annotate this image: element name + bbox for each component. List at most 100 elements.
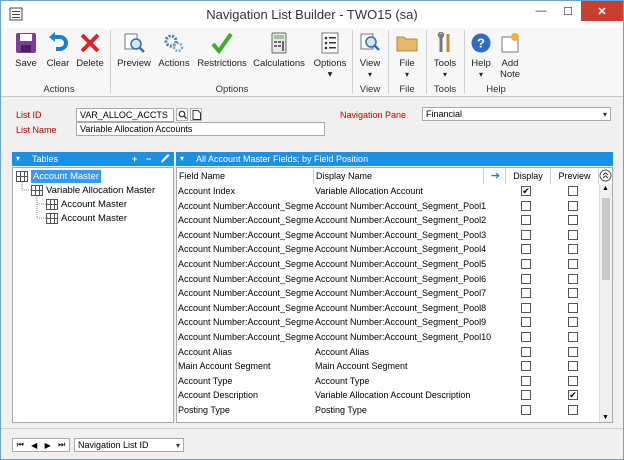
display-checkbox[interactable] <box>521 244 531 255</box>
table-row[interactable]: Account Type Account Type <box>177 374 599 389</box>
navigation-pane-select[interactable]: Financial ▾ <box>422 107 611 121</box>
display-name-cell[interactable]: Account Number:Account_Segment_Pool10 <box>315 330 512 344</box>
remove-table-button[interactable]: − <box>146 152 151 166</box>
table-row[interactable]: Account Number:Account_Segment_Pool7Acco… <box>177 286 599 301</box>
preview-checkbox[interactable] <box>568 200 578 211</box>
minimize-button[interactable]: — <box>527 1 555 21</box>
actions-button[interactable]: Actions <box>156 28 192 84</box>
tools-button[interactable]: Tools ▾ <box>430 28 460 84</box>
display-name-cell[interactable]: Variable Allocation Account <box>315 184 512 198</box>
display-checkbox[interactable] <box>521 390 531 401</box>
file-button[interactable]: File ▾ <box>392 28 422 84</box>
display-name-cell[interactable]: Posting Type <box>315 403 512 417</box>
display-name-cell[interactable]: Account Number:Account_Segment_Pool8 <box>315 301 512 315</box>
table-row[interactable]: Account Number:Account_Segment_Pool1Acco… <box>177 199 599 214</box>
display-checkbox[interactable] <box>521 361 531 372</box>
table-row[interactable]: Account Index Variable Allocation Account… <box>177 184 599 199</box>
display-checkbox[interactable] <box>521 346 531 357</box>
collapse-grid-button[interactable] <box>599 168 612 184</box>
maximize-button[interactable]: ☐ <box>555 1 581 21</box>
table-row[interactable]: Account Number:Account_Segment_Pool9Acco… <box>177 315 599 330</box>
display-name-cell[interactable]: Account Number:Account_Segment_Pool2 <box>315 213 512 227</box>
save-button[interactable]: Save <box>11 28 41 84</box>
display-name-cell[interactable]: Account Number:Account_Segment_Pool9 <box>315 315 512 329</box>
last-record-icon[interactable]: ⏭ <box>58 440 65 450</box>
lookup-button[interactable] <box>176 108 188 121</box>
close-button[interactable]: ✕ <box>581 1 623 21</box>
display-checkbox[interactable] <box>521 405 531 415</box>
display-name-cell[interactable]: Account Number:Account_Segment_Pool5 <box>315 257 512 271</box>
list-id-field[interactable]: VAR_ALLOC_ACCTS <box>76 108 174 122</box>
preview-checkbox[interactable] <box>568 215 578 226</box>
clear-button[interactable]: Clear <box>44 28 72 84</box>
add-table-button[interactable]: + <box>132 152 137 166</box>
display-name-cell[interactable]: Account Type <box>315 374 512 388</box>
delete-button[interactable]: Delete <box>75 28 105 84</box>
table-row[interactable]: Main Account Segment Main Account Segment <box>177 359 599 374</box>
restrictions-button[interactable]: Restrictions <box>196 28 248 84</box>
preview-checkbox[interactable] <box>568 332 578 342</box>
display-checkbox[interactable]: ✔ <box>521 186 531 196</box>
display-name-cell[interactable]: Account Number:Account_Segment_Pool3 <box>315 228 512 242</box>
add-note-button[interactable]: Add Note <box>495 28 525 84</box>
table-row[interactable]: Account Number:Account_Segment_Pool8Acco… <box>177 301 599 316</box>
table-row[interactable]: Account Number:Account_Segment_Pool2Acco… <box>177 213 599 228</box>
display-name-cell[interactable]: Account Alias <box>315 345 512 359</box>
table-row[interactable]: Account Number:Account_Segment_Pool4Acco… <box>177 242 599 257</box>
new-list-button[interactable] <box>190 108 202 121</box>
collapse-tables-icon[interactable]: ▾ <box>16 152 20 166</box>
display-name-cell[interactable]: Account Number:Account_Segment_Pool1 <box>315 199 512 213</box>
display-name-cell[interactable]: Account Number:Account_Segment_Pool4 <box>315 242 512 256</box>
display-checkbox[interactable] <box>521 229 531 240</box>
display-checkbox[interactable] <box>521 215 531 226</box>
column-header-display[interactable]: Display <box>506 168 551 184</box>
fields-scrollbar[interactable]: ▲ ▼ <box>599 184 612 422</box>
display-name-cell[interactable]: Variable Allocation Account Description <box>315 388 512 402</box>
calculations-button[interactable]: Calculations <box>251 28 307 84</box>
table-row[interactable]: Account Description Variable Allocation A… <box>177 388 599 403</box>
collapse-fields-icon[interactable]: ▾ <box>180 152 184 166</box>
scroll-down-icon[interactable]: ▼ <box>602 414 609 421</box>
display-checkbox[interactable] <box>521 375 531 386</box>
display-checkbox[interactable] <box>521 288 531 299</box>
preview-checkbox[interactable]: ✔ <box>568 390 578 401</box>
preview-checkbox[interactable] <box>568 317 578 328</box>
preview-checkbox[interactable] <box>568 288 578 299</box>
preview-checkbox[interactable] <box>568 346 578 357</box>
display-checkbox[interactable] <box>521 332 531 342</box>
display-checkbox[interactable] <box>521 302 531 313</box>
preview-checkbox[interactable] <box>568 302 578 313</box>
display-checkbox[interactable] <box>521 200 531 211</box>
table-row[interactable]: Account Number:Account_Segment_Pool3Acco… <box>177 228 599 243</box>
column-header-field-name[interactable]: Field Name <box>177 168 314 184</box>
preview-button[interactable]: Preview <box>115 28 153 84</box>
preview-checkbox[interactable] <box>568 244 578 255</box>
options-button[interactable]: Options ▾ <box>311 28 349 84</box>
move-right-arrow-icon[interactable]: ➔ <box>484 168 506 184</box>
next-record-icon[interactable]: ▶ <box>45 441 51 450</box>
scroll-thumb[interactable] <box>602 198 610 280</box>
display-checkbox[interactable] <box>521 259 531 269</box>
table-row[interactable]: Account Number:Account_Segment_Pool6Acco… <box>177 272 599 287</box>
table-row[interactable]: Account Number:Account_Segment_Pool5Acco… <box>177 257 599 272</box>
display-checkbox[interactable] <box>521 273 531 284</box>
preview-checkbox[interactable] <box>568 361 578 372</box>
list-name-field[interactable]: Variable Allocation Accounts <box>76 122 325 136</box>
edit-table-button[interactable] <box>160 153 170 168</box>
display-name-cell[interactable]: Main Account Segment <box>315 359 512 373</box>
display-checkbox[interactable] <box>521 317 531 328</box>
previous-record-icon[interactable]: ◀ <box>31 441 37 450</box>
column-header-preview[interactable]: Preview <box>551 168 599 184</box>
scroll-up-icon[interactable]: ▲ <box>602 185 609 192</box>
sort-order-select[interactable]: Navigation List ID ▾ <box>74 438 184 452</box>
preview-checkbox[interactable] <box>568 375 578 386</box>
preview-checkbox[interactable] <box>568 259 578 269</box>
table-row[interactable]: Posting Type Posting Type <box>177 403 599 418</box>
preview-checkbox[interactable] <box>568 405 578 415</box>
display-name-cell[interactable]: Account Number:Account_Segment_Pool6 <box>315 272 512 286</box>
preview-checkbox[interactable] <box>568 186 578 196</box>
preview-checkbox[interactable] <box>568 273 578 284</box>
table-row[interactable]: Account Number:Account_Segment_Pool10Acc… <box>177 330 599 345</box>
preview-checkbox[interactable] <box>568 229 578 240</box>
table-row[interactable]: Account Alias Account Alias <box>177 345 599 360</box>
